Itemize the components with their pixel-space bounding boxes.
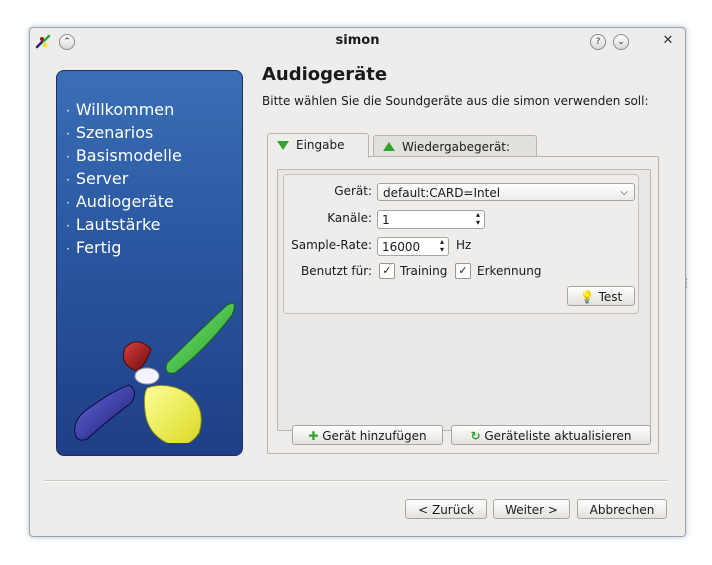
samplerate-label: Sample-Rate: [291, 238, 372, 252]
training-checkbox[interactable]: ✓ [379, 263, 395, 279]
sidebar-item-willkommen: · Willkommen [66, 100, 175, 119]
page-subtitle: Bitte wählen Sie die Soundgeräte aus die… [262, 94, 649, 108]
sidebar-item-lautstaerke: · Lautstärke [66, 215, 161, 234]
cancel-button[interactable]: Abbrechen [577, 499, 667, 519]
next-button[interactable]: Weiter > [493, 499, 570, 519]
samplerate-spinbox[interactable]: 16000 ▴ ▾ [377, 237, 449, 256]
training-label: Training [400, 264, 448, 278]
title-bar[interactable]: ⌃ simon ? ⌄ ✕ [30, 28, 685, 54]
channels-spinbox[interactable]: 1 ▴ ▾ [377, 210, 485, 229]
usedfor-label: Benutzt für: [301, 264, 372, 278]
recognition-label: Erkennung [477, 264, 542, 278]
back-button[interactable]: < Zurück [405, 499, 487, 519]
help-icon[interactable]: ? [590, 34, 606, 50]
green-plus-icon: ✚ [308, 429, 319, 443]
sidebar-item-fertig: · Fertig [66, 238, 122, 257]
refresh-icon: ↻ [470, 429, 481, 443]
simon-logo [74, 302, 236, 443]
tab-panel-eingabe: Gerät: default:CARD=Intel ⌵ Kanäle: 1 ▴ ▾… [267, 156, 659, 454]
device-select[interactable]: default:CARD=Intel ⌵ [377, 183, 635, 201]
tab-wiedergabegeraet[interactable]: Wiedergabegerät: [373, 135, 537, 158]
resize-grip[interactable] [686, 278, 689, 288]
lightbulb-icon: 💡 [579, 290, 595, 304]
minimize-icon[interactable]: ⌄ [613, 34, 629, 50]
green-up-triangle-icon [383, 142, 395, 151]
sidebar-item-szenarios: · Szenarios [66, 123, 154, 142]
wizard-step-list: · Willkommen · Szenarios · Basismodelle · Se… [66, 99, 182, 260]
refresh-device-list-button[interactable]: ↻ Geräteliste aktualisieren [451, 425, 651, 445]
device-label: Gerät: [334, 184, 372, 198]
page-title: Audiogeräte [262, 64, 388, 85]
device-config-group: Gerät: default:CARD=Intel ⌵ Kanäle: 1 ▴ ▾… [283, 174, 639, 314]
samplerate-unit: Hz [456, 238, 472, 252]
spin-arrows-icon[interactable]: ▴ ▾ [476, 211, 480, 227]
add-device-button[interactable]: ✚ Gerät hinzufügen [292, 425, 443, 445]
spin-arrows-icon[interactable]: ▴ ▾ [440, 238, 444, 254]
footer-separator [44, 480, 668, 482]
recognition-checkbox[interactable]: ✓ [455, 263, 471, 279]
sidebar-item-audiogeraete: · Audiogeräte [66, 192, 174, 211]
green-down-triangle-icon [277, 141, 289, 150]
wizard-window: ⌃ simon ? ⌄ ✕ · Willkommen · Szenarios · Ba… [29, 27, 689, 537]
chevron-down-icon: ⌵ [620, 187, 628, 198]
sidebar-item-server: · Server [66, 169, 129, 188]
sidebar-item-basismodelle: · Basismodelle [66, 146, 182, 165]
channels-label: Kanäle: [327, 211, 372, 225]
window-title: simon [335, 33, 380, 48]
tab-eingabe[interactable]: Eingabe [267, 133, 369, 158]
close-icon[interactable]: ✕ [661, 34, 675, 48]
test-button[interactable]: 💡 Test [567, 286, 635, 306]
wizard-sidebar: · Willkommen · Szenarios · Basismodelle · Se… [56, 70, 243, 456]
device-list-area: Gerät: default:CARD=Intel ⌵ Kanäle: 1 ▴ ▾… [277, 169, 651, 431]
